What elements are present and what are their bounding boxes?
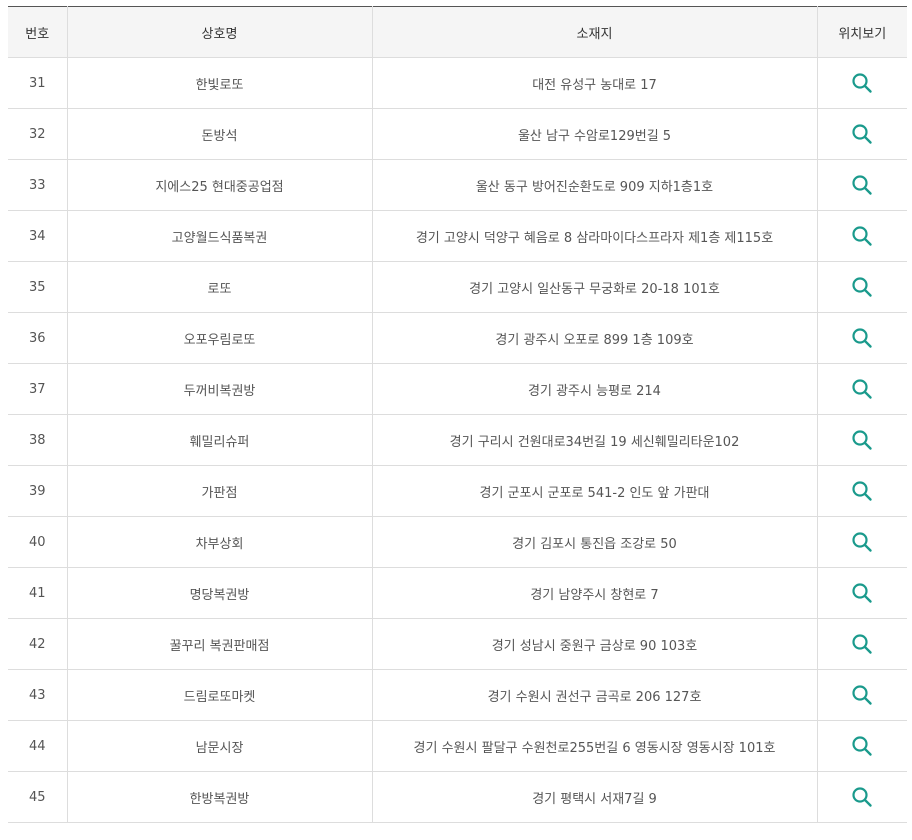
- store-name: 가판점: [66, 465, 372, 517]
- table-row: 40 차부상회 경기 김포시 통진읍 조강로 50: [8, 516, 907, 568]
- row-number: 42: [8, 618, 67, 670]
- view-location-button[interactable]: [816, 465, 907, 517]
- table-row: 38 훼밀리슈퍼 경기 구리시 건원대로34번길 19 세신훼밀리타운102: [8, 414, 907, 466]
- row-number: 40: [8, 516, 67, 568]
- header-view-location: 위치보기: [816, 6, 907, 58]
- row-number: 44: [8, 720, 67, 772]
- table-row: 41 명당복권방 경기 남양주시 창현로 7: [8, 567, 907, 619]
- view-location-button[interactable]: [816, 414, 907, 466]
- view-location-button[interactable]: [816, 720, 907, 772]
- view-location-button[interactable]: [816, 669, 907, 721]
- view-location-button[interactable]: [816, 312, 907, 364]
- row-number: 32: [8, 108, 67, 160]
- view-location-button[interactable]: [816, 618, 907, 670]
- row-number: 37: [8, 363, 67, 415]
- store-address: 경기 광주시 오포로 899 1층 109호: [371, 312, 817, 364]
- view-location-button[interactable]: [816, 516, 907, 568]
- header-address: 소재지: [371, 6, 817, 58]
- view-location-button[interactable]: [816, 363, 907, 415]
- table-body: 31 한빛로또 대전 유성구 농대로 17 32 돈방석 울산 남구 수암로129번길 5…: [8, 57, 907, 823]
- search-icon[interactable]: [851, 684, 873, 706]
- store-name: 로또: [66, 261, 372, 313]
- row-number: 35: [8, 261, 67, 313]
- store-address: 경기 수원시 팔달구 수원천로255번길 6 영동시장 영동시장 101호: [371, 720, 817, 772]
- table-row: 43 드림로또마켓 경기 수원시 권선구 금곡로 206 127호: [8, 669, 907, 721]
- search-icon[interactable]: [851, 429, 873, 451]
- store-name: 꿀꾸리 복권판매점: [66, 618, 372, 670]
- search-icon[interactable]: [851, 174, 873, 196]
- view-location-button[interactable]: [816, 210, 907, 262]
- table-row: 32 돈방석 울산 남구 수암로129번길 5: [8, 108, 907, 160]
- table-row: 36 오포우림로또 경기 광주시 오포로 899 1층 109호: [8, 312, 907, 364]
- header-number: 번호: [8, 6, 67, 58]
- view-location-button[interactable]: [816, 771, 907, 823]
- table-header-row: 번호 상호명 소재지 위치보기: [8, 6, 907, 58]
- store-name: 돈방석: [66, 108, 372, 160]
- store-name: 차부상회: [66, 516, 372, 568]
- table-row: 37 두꺼비복권방 경기 광주시 능평로 214: [8, 363, 907, 415]
- store-name: 한빛로또: [66, 57, 372, 109]
- search-icon[interactable]: [851, 123, 873, 145]
- store-address: 경기 광주시 능평로 214: [371, 363, 817, 415]
- store-name: 남문시장: [66, 720, 372, 772]
- search-icon[interactable]: [851, 633, 873, 655]
- table-row: 44 남문시장 경기 수원시 팔달구 수원천로255번길 6 영동시장 영동시장 1…: [8, 720, 907, 772]
- header-store-name: 상호명: [66, 6, 372, 58]
- store-address: 경기 수원시 권선구 금곡로 206 127호: [371, 669, 817, 721]
- store-address: 경기 고양시 덕양구 혜음로 8 삼라마이다스프라자 제1층 제115호: [371, 210, 817, 262]
- search-icon[interactable]: [851, 480, 873, 502]
- store-name: 드림로또마켓: [66, 669, 372, 721]
- search-icon[interactable]: [851, 735, 873, 757]
- store-address: 경기 평택시 서재7길 9: [371, 771, 817, 823]
- row-number: 34: [8, 210, 67, 262]
- search-icon[interactable]: [851, 327, 873, 349]
- row-number: 39: [8, 465, 67, 517]
- store-name: 오포우림로또: [66, 312, 372, 364]
- store-list-table: 번호 상호명 소재지 위치보기 31 한빛로또 대전 유성구 농대로 17 32 돈방석…: [8, 6, 907, 823]
- store-name: 명당복권방: [66, 567, 372, 619]
- store-address: 경기 남양주시 창현로 7: [371, 567, 817, 619]
- store-address: 울산 동구 방어진순환도로 909 지하1층1호: [371, 159, 817, 211]
- store-address: 경기 구리시 건원대로34번길 19 세신훼밀리타운102: [371, 414, 817, 466]
- row-number: 36: [8, 312, 67, 364]
- search-icon[interactable]: [851, 786, 873, 808]
- store-name: 훼밀리슈퍼: [66, 414, 372, 466]
- row-number: 41: [8, 567, 67, 619]
- store-address: 울산 남구 수암로129번길 5: [371, 108, 817, 160]
- search-icon[interactable]: [851, 378, 873, 400]
- search-icon[interactable]: [851, 582, 873, 604]
- search-icon[interactable]: [851, 225, 873, 247]
- table-row: 45 한방복권방 경기 평택시 서재7길 9: [8, 771, 907, 823]
- table-row: 34 고양월드식품복권 경기 고양시 덕양구 혜음로 8 삼라마이다스프라자 제1층…: [8, 210, 907, 262]
- store-address: 경기 성남시 중원구 금상로 90 103호: [371, 618, 817, 670]
- store-name: 고양월드식품복권: [66, 210, 372, 262]
- view-location-button[interactable]: [816, 159, 907, 211]
- view-location-button[interactable]: [816, 108, 907, 160]
- table-row: 42 꿀꾸리 복권판매점 경기 성남시 중원구 금상로 90 103호: [8, 618, 907, 670]
- store-address: 경기 군포시 군포로 541-2 인도 앞 가판대: [371, 465, 817, 517]
- row-number: 45: [8, 771, 67, 823]
- search-icon[interactable]: [851, 72, 873, 94]
- store-list-table-wrapper: 번호 상호명 소재지 위치보기 31 한빛로또 대전 유성구 농대로 17 32 돈방석…: [8, 6, 907, 823]
- store-address: 경기 고양시 일산동구 무궁화로 20-18 101호: [371, 261, 817, 313]
- search-icon[interactable]: [851, 276, 873, 298]
- table-row: 39 가판점 경기 군포시 군포로 541-2 인도 앞 가판대: [8, 465, 907, 517]
- row-number: 43: [8, 669, 67, 721]
- row-number: 31: [8, 57, 67, 109]
- view-location-button[interactable]: [816, 567, 907, 619]
- view-location-button[interactable]: [816, 57, 907, 109]
- row-number: 38: [8, 414, 67, 466]
- view-location-button[interactable]: [816, 261, 907, 313]
- store-name: 두꺼비복권방: [66, 363, 372, 415]
- store-address: 경기 김포시 통진읍 조강로 50: [371, 516, 817, 568]
- search-icon[interactable]: [851, 531, 873, 553]
- table-row: 33 지에스25 현대중공업점 울산 동구 방어진순환도로 909 지하1층1호: [8, 159, 907, 211]
- table-row: 35 로또 경기 고양시 일산동구 무궁화로 20-18 101호: [8, 261, 907, 313]
- store-name: 한방복권방: [66, 771, 372, 823]
- store-address: 대전 유성구 농대로 17: [371, 57, 817, 109]
- store-name: 지에스25 현대중공업점: [66, 159, 372, 211]
- row-number: 33: [8, 159, 67, 211]
- table-row: 31 한빛로또 대전 유성구 농대로 17: [8, 57, 907, 109]
